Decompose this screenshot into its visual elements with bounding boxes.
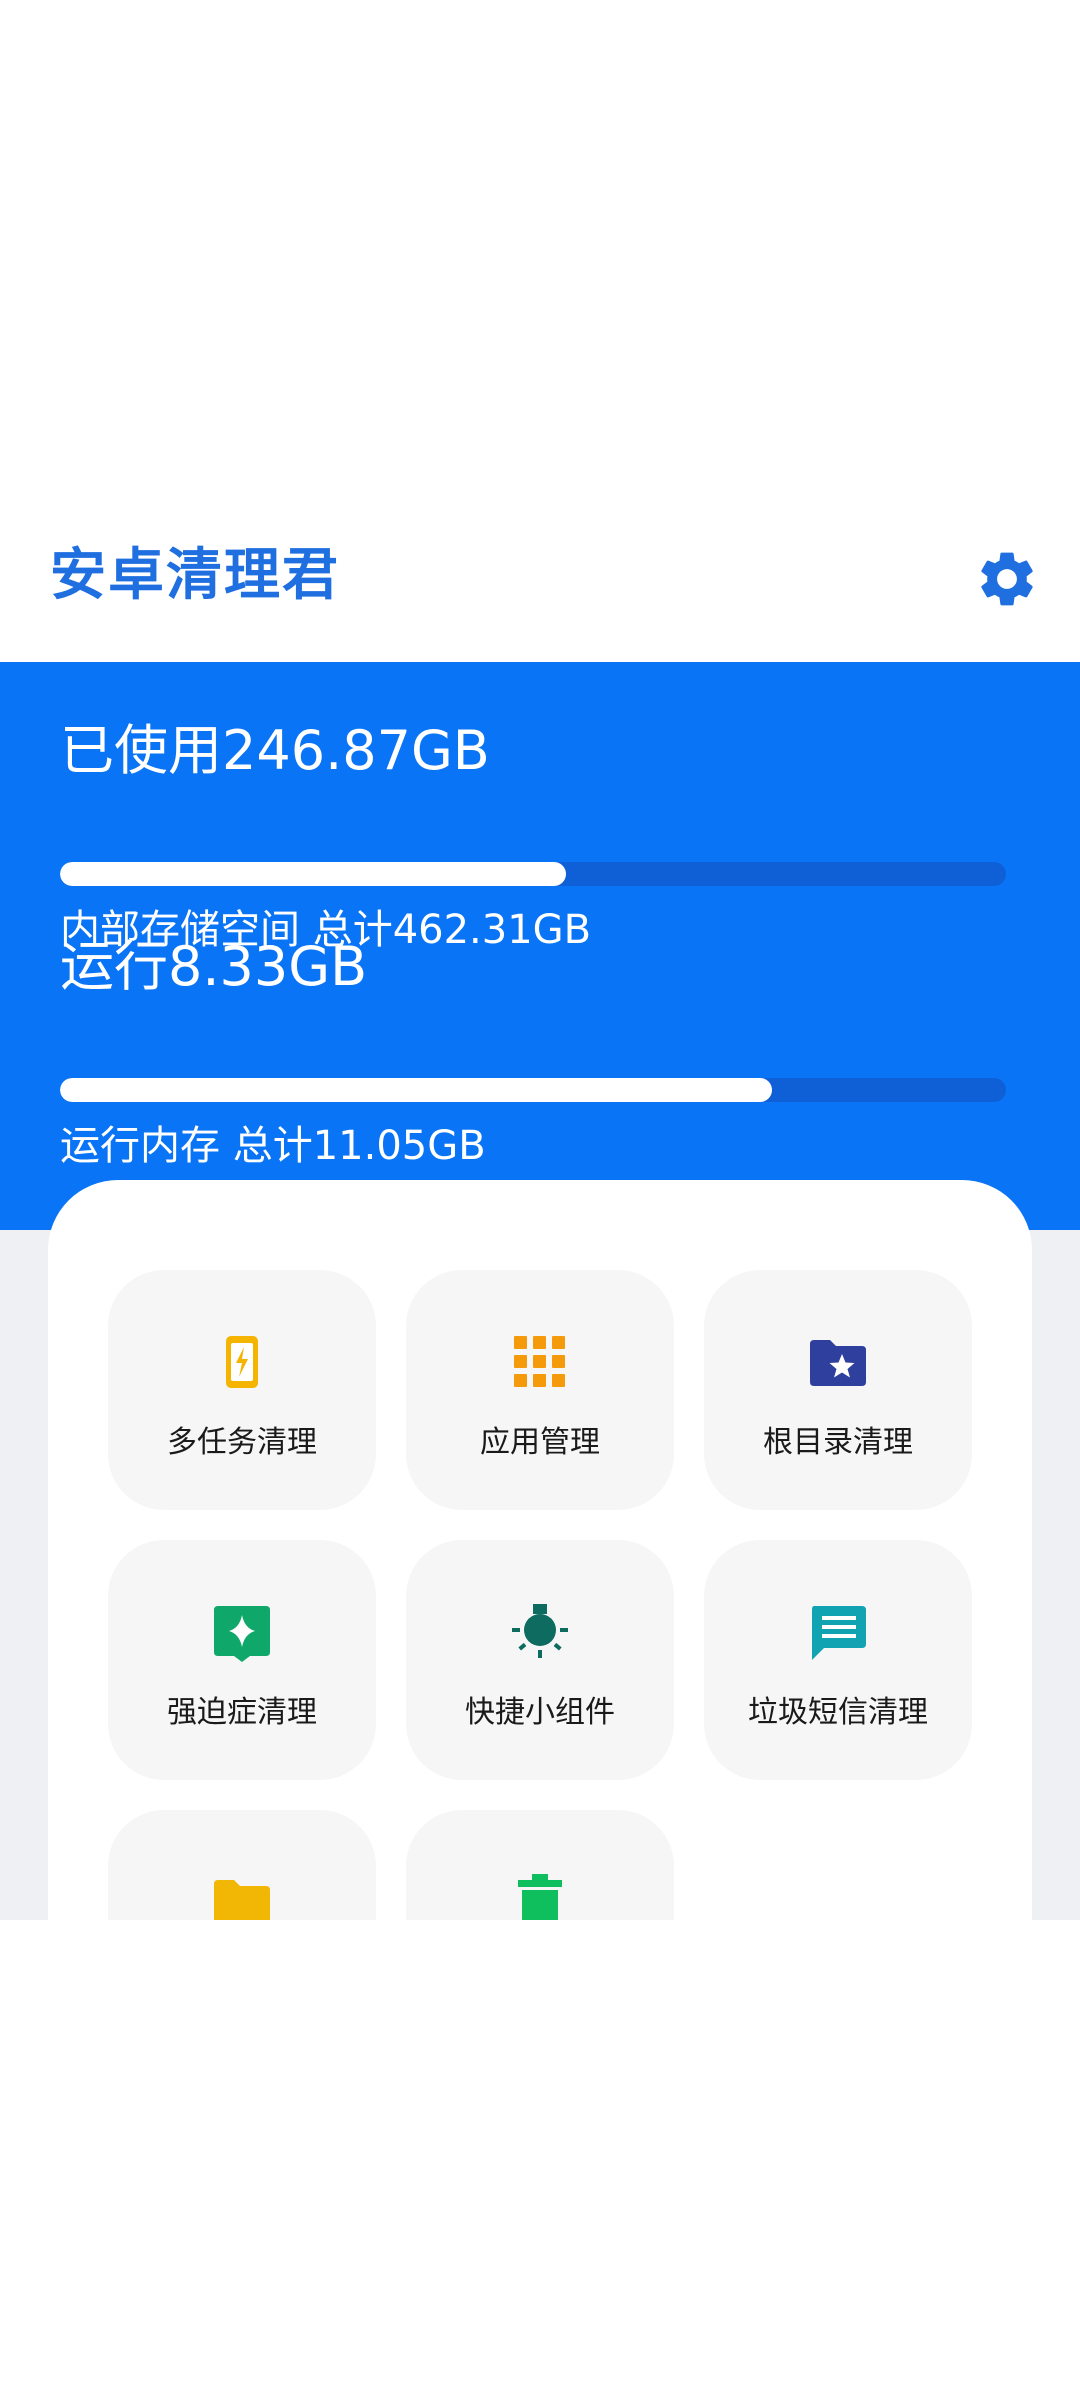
- tool-tile-folder[interactable]: [108, 1810, 376, 1920]
- app-title: 安卓清理君: [50, 543, 340, 608]
- tools-card: 多任务清理 应用管理 根目录清理 强迫症清理 快捷小组件 垃圾短信清理: [48, 1180, 1032, 1920]
- tool-label: 应用管理: [480, 1425, 600, 1460]
- tool-label: 快捷小组件: [465, 1695, 615, 1730]
- sparkle-bubble-icon: [212, 1602, 272, 1662]
- storage-progress-bar: [60, 862, 1006, 886]
- tool-label: 多任务清理: [167, 1425, 317, 1460]
- app-header: 安卓清理君: [0, 520, 1080, 660]
- tool-label: 根目录清理: [763, 1425, 913, 1460]
- tool-tile-ocd-clean[interactable]: 强迫症清理: [108, 1540, 376, 1780]
- settings-button[interactable]: [974, 546, 1040, 612]
- folder-star-icon: [808, 1332, 868, 1392]
- storage-used-label: 已使用246.87GB: [60, 719, 490, 782]
- tool-tile-quick-widget[interactable]: 快捷小组件: [406, 1540, 674, 1780]
- message-icon: [808, 1602, 868, 1662]
- memory-used-label: 运行8.33GB: [60, 935, 368, 998]
- gear-icon: [981, 552, 1033, 606]
- bulb-icon: [510, 1602, 570, 1662]
- tool-tile-trash[interactable]: [406, 1810, 674, 1920]
- phone-bolt-icon: [212, 1332, 272, 1392]
- memory-progress-fill: [60, 1078, 773, 1102]
- tool-tile-multitask-clean[interactable]: 多任务清理: [108, 1270, 376, 1510]
- bottom-blank-area: [0, 1920, 1080, 2400]
- tool-tile-root-clean[interactable]: 根目录清理: [704, 1270, 972, 1510]
- usage-panel: 已使用246.87GB 内部存储空间 总计462.31GB 运行8.33GB 运…: [0, 662, 1080, 1230]
- memory-total-label: 运行内存 总计11.05GB: [60, 1123, 486, 1169]
- memory-progress-bar: [60, 1078, 1006, 1102]
- trash-icon: [510, 1872, 570, 1920]
- tool-label: 垃圾短信清理: [748, 1695, 928, 1730]
- tool-label: 强迫症清理: [167, 1695, 317, 1730]
- storage-progress-fill: [60, 862, 567, 886]
- folder-icon: [212, 1872, 272, 1920]
- tool-tile-app-management[interactable]: 应用管理: [406, 1270, 674, 1510]
- app-grid-icon: [510, 1332, 570, 1392]
- tool-tile-spam-sms-clean[interactable]: 垃圾短信清理: [704, 1540, 972, 1780]
